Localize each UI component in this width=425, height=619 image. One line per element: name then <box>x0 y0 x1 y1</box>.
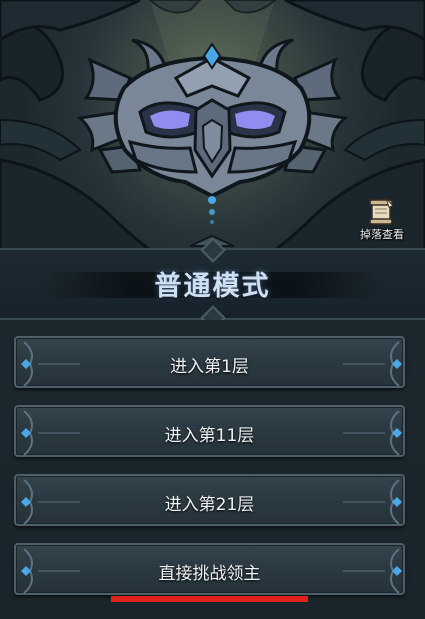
enter-floor-11-label: 进入第11层 <box>164 426 255 446</box>
game-screen: 掉落查看 普通模式 进入第1层 进入第11层 进入第21层 直接挑战领主 <box>0 0 425 619</box>
floor-list: 进入第1层 进入第11层 进入第21层 直接挑战领主 <box>0 320 425 619</box>
enter-floor-21-label: 进入第21层 <box>164 495 255 515</box>
challenge-boss-button[interactable]: 直接挑战领主 <box>14 543 405 595</box>
enter-floor-1-label: 进入第1层 <box>170 357 249 377</box>
highlight-underline <box>111 596 308 602</box>
mode-title-banner: 普通模式 <box>0 237 425 331</box>
mode-title: 普通模式 <box>154 271 271 302</box>
enter-floor-21-button[interactable]: 进入第21层 <box>14 474 405 526</box>
enter-floor-11-button[interactable]: 进入第11层 <box>14 405 405 457</box>
drop-view-label: 掉落查看 <box>360 228 404 241</box>
scroll-quill-icon <box>369 197 394 225</box>
drop-view-button[interactable]: 掉落查看 <box>354 196 410 244</box>
challenge-boss-label: 直接挑战领主 <box>158 564 261 584</box>
boss-art-panel: 掉落查看 <box>0 0 425 250</box>
enter-floor-1-button[interactable]: 进入第1层 <box>14 336 405 388</box>
